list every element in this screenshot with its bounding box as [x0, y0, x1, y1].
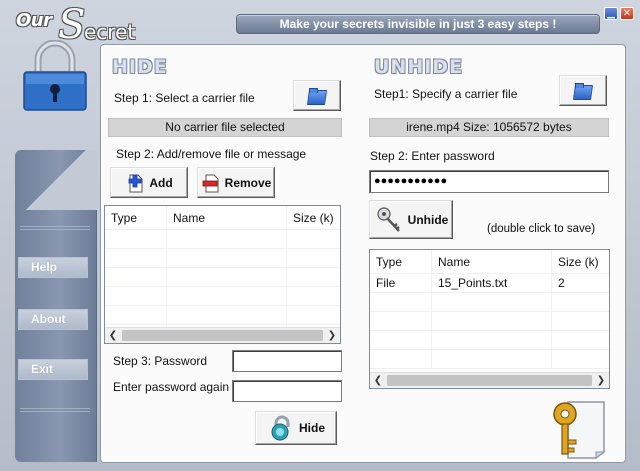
scroll-right-icon[interactable]: ❯ [324, 328, 340, 343]
minimize-button[interactable]: ▁ [604, 7, 618, 20]
empty-row [370, 312, 609, 331]
unhide-browse-button[interactable] [559, 75, 607, 106]
sidebar-divider [20, 408, 90, 412]
unhide-list-scrollbar[interactable]: ❮ ❯ [370, 372, 609, 388]
empty-row [370, 350, 609, 369]
unhide-carrier-status: irene.mp4 Size: 1056572 bytes [369, 118, 609, 137]
close-button[interactable]: ✕ [620, 7, 634, 20]
unhide-button-label: Unhide [407, 212, 449, 227]
key-unhide-icon [377, 206, 400, 232]
scroll-left-icon[interactable]: ❮ [370, 373, 386, 388]
scroll-thumb[interactable] [122, 330, 323, 341]
logo-our: Our [16, 10, 52, 31]
unhide-list-header: Type Name Size (k) [370, 250, 609, 274]
column-header-size[interactable]: Size (k) [287, 206, 340, 229]
remove-button[interactable]: Remove [197, 167, 275, 198]
column-header-type[interactable]: Type [105, 206, 167, 229]
hide-password-field[interactable] [232, 350, 342, 372]
unhide-step1-label: Step1: Specify a carrier file [374, 87, 518, 101]
cell-size: 2 [558, 276, 565, 290]
hide-password-again-field[interactable] [232, 380, 342, 402]
unhide-password-field[interactable]: ●●●●●●●●●●● [369, 170, 609, 193]
column-header-type[interactable]: Type [370, 250, 432, 273]
help-button[interactable]: Help [18, 257, 88, 278]
save-hint: (double click to save) [487, 223, 596, 235]
hide-step1-label: Step 1: Select a carrier file [114, 91, 255, 105]
empty-row [105, 287, 340, 306]
empty-row [370, 331, 609, 350]
empty-row [105, 249, 340, 268]
lock-hide-icon [271, 415, 290, 441]
sidebar-divider [20, 226, 90, 230]
add-file-icon [128, 174, 143, 192]
hide-button-label: Hide [298, 421, 325, 435]
unhide-step2-label: Step 2: Enter password [370, 149, 495, 163]
cell-type: File [370, 274, 432, 292]
hide-section-title: HIDE [112, 56, 168, 78]
column-header-name[interactable]: Name [167, 206, 287, 229]
hide-step3-label: Step 3: Password [113, 354, 208, 368]
empty-row [105, 230, 340, 249]
hide-browse-button[interactable] [293, 80, 341, 111]
remove-button-label: Remove [224, 175, 272, 190]
unhide-button[interactable]: Unhide [369, 200, 453, 239]
hide-list-header: Type Name Size (k) [105, 206, 340, 230]
empty-row [105, 268, 340, 287]
hide-step2-label: Step 2: Add/remove file or message [116, 147, 307, 161]
hide-button[interactable]: Hide [255, 411, 337, 445]
cell-name: 15_Points.txt [432, 274, 552, 292]
unhide-file-list[interactable]: Type Name Size (k) File 15_Points.txt 2 … [369, 249, 610, 389]
table-row[interactable]: File 15_Points.txt 2 [370, 274, 609, 293]
logo-ecret: ecret [84, 20, 136, 44]
hide-carrier-status: No carrier file selected [108, 118, 342, 137]
tagline-banner: Make your secrets invisible in just 3 ea… [236, 14, 600, 34]
key-icon [553, 401, 606, 459]
unhide-section-title: UNHIDE [374, 56, 464, 78]
scroll-left-icon[interactable]: ❮ [105, 328, 121, 343]
folder-icon [306, 87, 328, 104]
scroll-thumb[interactable] [387, 375, 592, 386]
add-button-label: Add [149, 175, 173, 190]
empty-row [370, 293, 609, 312]
column-header-name[interactable]: Name [432, 250, 552, 273]
padlock-icon [23, 40, 87, 111]
column-header-size[interactable]: Size (k) [552, 250, 609, 273]
scroll-right-icon[interactable]: ❯ [593, 373, 609, 388]
sidebar-notch [15, 150, 97, 210]
remove-file-icon [202, 174, 219, 192]
hide-file-list[interactable]: Type Name Size (k) ❮ ❯ [104, 205, 341, 344]
empty-row [105, 306, 340, 325]
hide-list-scrollbar[interactable]: ❮ ❯ [105, 327, 340, 343]
about-button[interactable]: About [18, 309, 88, 330]
hide-password-again-label: Enter password again [113, 380, 230, 394]
folder-icon [572, 82, 594, 99]
exit-button[interactable]: Exit [18, 359, 88, 380]
add-button[interactable]: Add [110, 167, 188, 198]
